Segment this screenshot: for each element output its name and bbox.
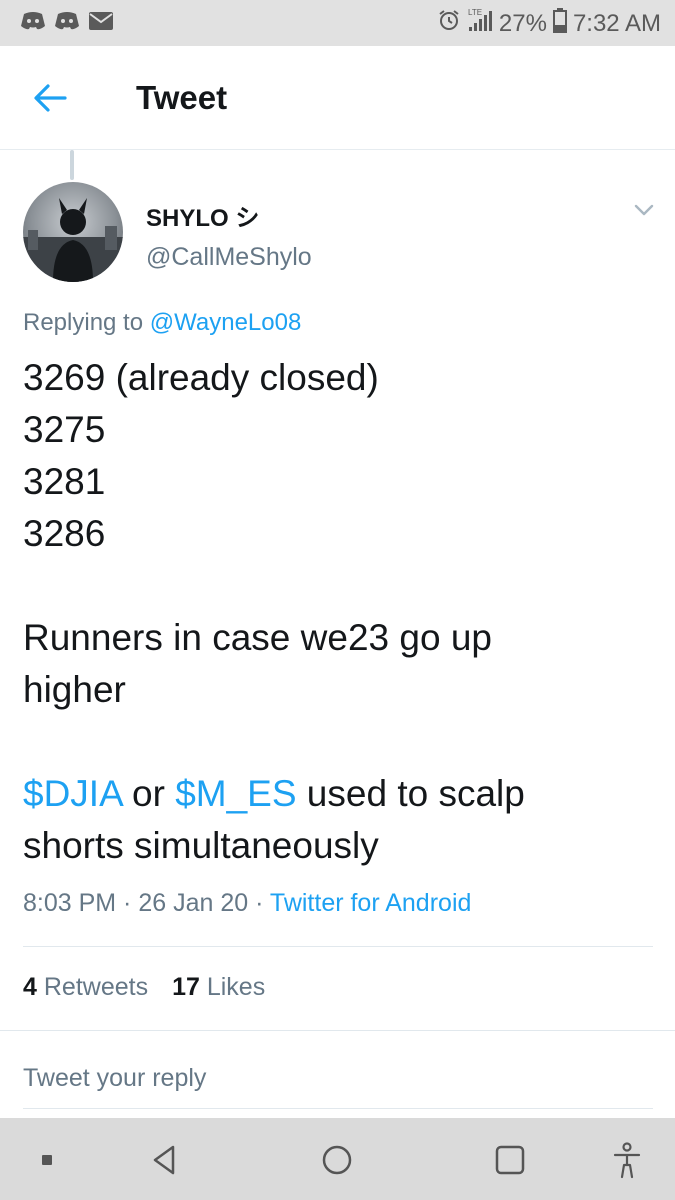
nav-dot-button[interactable]	[27, 1140, 67, 1180]
app-header: Tweet	[0, 46, 675, 150]
tweet-line: $DJIA or $M_ES used to scalp	[23, 768, 653, 820]
circle-home-icon	[322, 1145, 352, 1175]
mail-icon	[88, 10, 113, 34]
battery-percent: 27%	[498, 9, 547, 37]
likes-count: 17	[172, 973, 200, 1001]
square-dot-icon	[42, 1155, 52, 1165]
avatar[interactable]	[23, 182, 123, 282]
tweet-text-fragment: used to scalp	[296, 773, 525, 814]
retweets-stat[interactable]: 4 Retweets	[23, 973, 148, 1002]
square-recents-icon	[495, 1145, 525, 1175]
tweet-line: shorts simultaneously	[23, 825, 379, 866]
tweet-line: Runners in case we23 go up	[23, 617, 492, 658]
status-right: LTE 27% 7:32 AM	[437, 7, 661, 40]
discord-icon	[54, 10, 79, 34]
tweet-text: 3269 (already closed) 3275 3281 3286 Run…	[23, 352, 653, 872]
replying-prefix: Replying to	[23, 309, 144, 336]
reply-mention-link[interactable]: @WayneLo08	[150, 309, 302, 336]
cashtag-link[interactable]: $DJIA	[23, 773, 122, 814]
likes-stat[interactable]: 17 Likes	[172, 973, 265, 1002]
tweet-text-fragment: or	[121, 773, 176, 814]
retweets-label: Retweets	[43, 973, 149, 1001]
alarm-icon	[437, 8, 461, 39]
tweet-line: 3281	[23, 461, 106, 502]
chevron-down-icon	[634, 204, 654, 216]
divider	[23, 1108, 653, 1109]
tweet-line: higher	[23, 669, 126, 710]
nav-recents-button[interactable]	[490, 1140, 530, 1180]
signal-icon: LTE	[467, 7, 493, 40]
accessibility-icon	[613, 1142, 641, 1179]
display-name[interactable]: SHYLO シ	[146, 198, 259, 233]
likes-label: Likes	[206, 973, 266, 1001]
back-button[interactable]	[30, 80, 70, 116]
notification-icons	[20, 10, 113, 34]
battery-icon	[552, 7, 567, 40]
page-title: Tweet	[136, 79, 228, 116]
nav-accessibility-button[interactable]	[607, 1140, 647, 1180]
tweet-date: 26 Jan 20	[138, 889, 249, 917]
triangle-back-icon	[153, 1145, 175, 1175]
reply-input[interactable]	[23, 1058, 653, 1098]
discord-icon	[20, 10, 45, 34]
tweet-line: 3275	[23, 409, 106, 450]
divider	[23, 946, 653, 947]
system-nav-bar	[0, 1118, 675, 1200]
nav-back-button[interactable]	[144, 1140, 184, 1180]
tweet-stats: 4 Retweets 17 Likes	[23, 973, 265, 1002]
tweet-time: 8:03 PM	[23, 889, 117, 917]
svg-text:LTE: LTE	[468, 8, 482, 17]
nav-home-button[interactable]	[317, 1140, 357, 1180]
tweet-source-link[interactable]: Twitter for Android	[270, 889, 471, 917]
tweet-line: 3269 (already closed)	[23, 357, 379, 398]
thread-connector	[70, 150, 74, 180]
tweet-line: 3286	[23, 513, 106, 554]
meta-separator: ·	[116, 889, 139, 917]
tweet-menu-button[interactable]	[628, 198, 660, 222]
retweets-count: 4	[23, 973, 37, 1001]
user-handle[interactable]: @CallMeShylo	[146, 243, 312, 272]
divider	[0, 1030, 675, 1031]
back-arrow-icon	[34, 84, 67, 112]
cashtag-link[interactable]: $M_ES	[175, 773, 296, 814]
meta-separator: ·	[248, 889, 270, 917]
clock: 7:32 AM	[572, 9, 661, 37]
status-bar: LTE 27% 7:32 AM	[0, 0, 675, 46]
tweet-meta: 8:03 PM · 26 Jan 20 · Twitter for Androi…	[23, 889, 471, 918]
replying-to: Replying to @WayneLo08	[23, 309, 301, 337]
